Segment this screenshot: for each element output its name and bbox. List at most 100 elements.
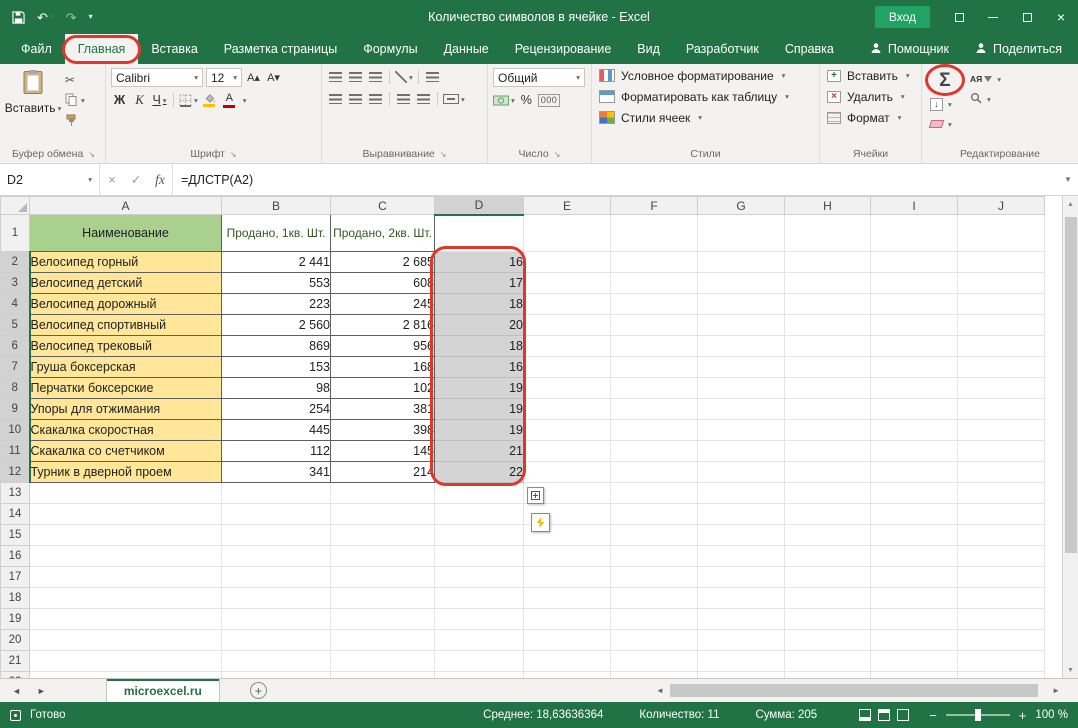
row-header-4[interactable]: 4 xyxy=(1,294,30,315)
cell-C5[interactable]: 2 816 xyxy=(331,315,435,336)
cell[interactable] xyxy=(611,420,698,441)
cell[interactable] xyxy=(331,651,435,672)
cell[interactable] xyxy=(30,567,222,588)
cell[interactable] xyxy=(871,357,958,378)
cell[interactable] xyxy=(785,483,871,504)
cell-B11[interactable]: 112 xyxy=(222,441,331,462)
cell[interactable] xyxy=(871,315,958,336)
cell[interactable] xyxy=(785,630,871,651)
row-header-17[interactable]: 17 xyxy=(1,567,30,588)
cell[interactable] xyxy=(871,525,958,546)
percent-style-icon[interactable]: % xyxy=(518,91,535,109)
cell[interactable] xyxy=(958,567,1045,588)
minimize-button[interactable] xyxy=(976,0,1010,34)
cell-C8[interactable]: 102 xyxy=(331,378,435,399)
cell[interactable] xyxy=(871,294,958,315)
cell[interactable] xyxy=(524,357,611,378)
cell-B1[interactable]: Продано, 1кв. Шт. xyxy=(222,215,331,252)
cell-D4[interactable]: 18 xyxy=(435,294,524,315)
cell[interactable] xyxy=(871,441,958,462)
cell[interactable] xyxy=(524,420,611,441)
cell[interactable] xyxy=(785,462,871,483)
cell[interactable] xyxy=(611,294,698,315)
row-header-20[interactable]: 20 xyxy=(1,630,30,651)
clear-button[interactable]: ▾ xyxy=(930,116,960,132)
cell[interactable] xyxy=(958,315,1045,336)
cell[interactable] xyxy=(698,420,785,441)
cell[interactable] xyxy=(331,504,435,525)
scroll-left-icon[interactable]: ◄ xyxy=(656,686,664,695)
delete-cells-button[interactable]: ×Удалить▾ xyxy=(820,85,921,106)
cell-A10[interactable]: Скакалка скоростная xyxy=(30,420,222,441)
row-header-1[interactable]: 1 xyxy=(1,215,30,252)
align-bottom-icon[interactable] xyxy=(367,68,384,86)
cell[interactable] xyxy=(698,525,785,546)
cell[interactable] xyxy=(611,441,698,462)
vertical-scroll-thumb[interactable] xyxy=(1065,217,1077,553)
cell[interactable] xyxy=(698,588,785,609)
cell[interactable] xyxy=(785,252,871,273)
copy-button[interactable]: ▾ xyxy=(65,93,85,108)
tab-file[interactable]: Файл xyxy=(8,34,65,64)
sort-filter-button[interactable]: АЯ▾ xyxy=(970,71,1001,87)
autosum-button[interactable]: Σ xyxy=(930,68,960,92)
page-break-view-icon[interactable] xyxy=(897,709,909,721)
cell-D10[interactable]: 19 xyxy=(435,420,524,441)
cell[interactable] xyxy=(611,336,698,357)
zoom-in-button[interactable]: + xyxy=(1019,709,1027,722)
cell[interactable] xyxy=(435,483,524,504)
cell[interactable] xyxy=(435,567,524,588)
sheet-nav-left-icon[interactable]: ◄ xyxy=(4,686,29,696)
cell-C3[interactable]: 608 xyxy=(331,273,435,294)
cell[interactable] xyxy=(871,399,958,420)
tab-review[interactable]: Рецензирование xyxy=(502,34,625,64)
cell[interactable] xyxy=(331,546,435,567)
cell[interactable] xyxy=(871,273,958,294)
cell[interactable] xyxy=(435,651,524,672)
zoom-slider[interactable] xyxy=(946,714,1010,716)
redo-icon[interactable]: ↷ xyxy=(66,11,77,24)
row-header-5[interactable]: 5 xyxy=(1,315,30,336)
row-header-18[interactable]: 18 xyxy=(1,588,30,609)
cell-B9[interactable]: 254 xyxy=(222,399,331,420)
column-header-J[interactable]: J xyxy=(958,197,1045,215)
insert-cells-button[interactable]: +Вставить▾ xyxy=(820,64,921,85)
cell[interactable] xyxy=(611,215,698,252)
new-sheet-button[interactable]: + xyxy=(250,682,267,699)
cell[interactable] xyxy=(30,546,222,567)
cell-B3[interactable]: 553 xyxy=(222,273,331,294)
cell-B8[interactable]: 98 xyxy=(222,378,331,399)
close-button[interactable]: × xyxy=(1044,0,1078,34)
cell[interactable] xyxy=(785,357,871,378)
cell[interactable] xyxy=(698,399,785,420)
row-header-14[interactable]: 14 xyxy=(1,504,30,525)
zoom-level[interactable]: 100 % xyxy=(1035,709,1068,721)
cell-C7[interactable]: 168 xyxy=(331,357,435,378)
cell[interactable] xyxy=(698,567,785,588)
row-header-11[interactable]: 11 xyxy=(1,441,30,462)
horizontal-scrollbar[interactable]: ◄ ► xyxy=(656,682,1060,699)
cell[interactable] xyxy=(871,609,958,630)
cell[interactable] xyxy=(435,630,524,651)
cell[interactable] xyxy=(871,630,958,651)
column-header-E[interactable]: E xyxy=(524,197,611,215)
cell[interactable] xyxy=(524,399,611,420)
cell[interactable] xyxy=(698,483,785,504)
cell[interactable] xyxy=(871,588,958,609)
cell[interactable] xyxy=(785,567,871,588)
fill-color-icon[interactable] xyxy=(201,91,218,109)
maximize-button[interactable] xyxy=(1010,0,1044,34)
tab-layout[interactable]: Разметка страницы xyxy=(211,34,350,64)
cell[interactable] xyxy=(222,567,331,588)
cell[interactable] xyxy=(785,399,871,420)
customize-qat-icon[interactable]: ▾ xyxy=(89,13,93,21)
assistant-button[interactable]: Помощник xyxy=(870,42,949,57)
cell-A8[interactable]: Перчатки боксерские xyxy=(30,378,222,399)
cell[interactable] xyxy=(958,420,1045,441)
align-right-icon[interactable] xyxy=(367,90,384,108)
cell-A11[interactable]: Скакалка со счетчиком xyxy=(30,441,222,462)
row-header-6[interactable]: 6 xyxy=(1,336,30,357)
italic-button[interactable]: К xyxy=(131,91,148,109)
cell[interactable] xyxy=(30,504,222,525)
cell[interactable] xyxy=(871,546,958,567)
